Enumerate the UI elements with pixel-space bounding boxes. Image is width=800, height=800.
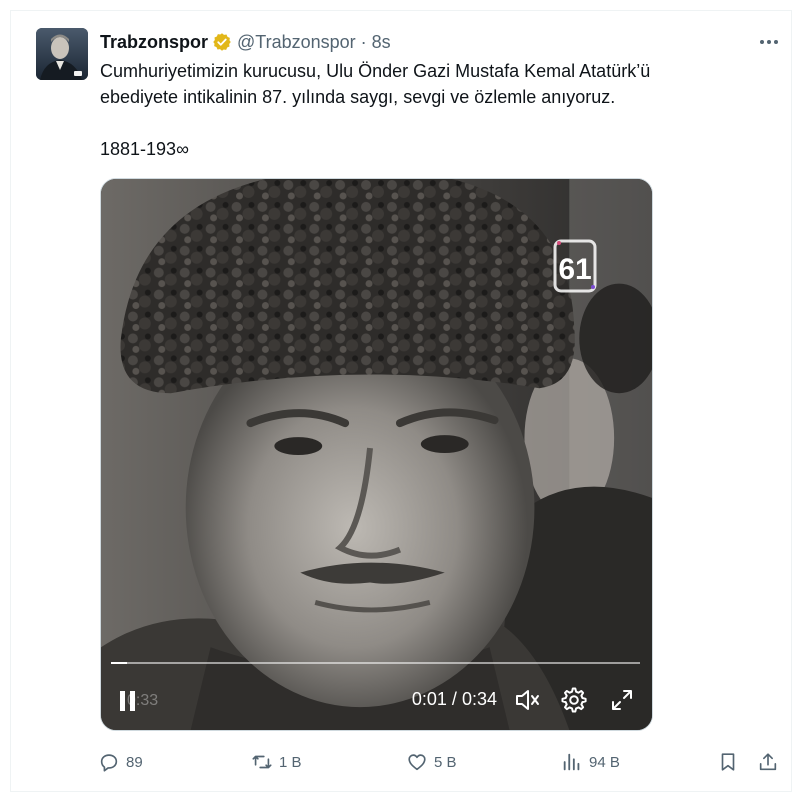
retweet-icon: [252, 755, 272, 769]
tweet-timestamp[interactable]: 8s: [372, 32, 391, 53]
timeline-border-right: [791, 10, 792, 792]
more-options-button[interactable]: [756, 31, 782, 53]
tweet-actions-bar: 89 1 B 5 B 94 B: [98, 745, 788, 779]
tweet-text-line: ebediyete intikalinin 87. yılında saygı,…: [100, 87, 616, 107]
views-button[interactable]: 94 B: [561, 745, 620, 779]
ghost-time-overlay: 0:33: [127, 692, 159, 709]
like-button[interactable]: 5 B: [406, 745, 457, 779]
author-display-name[interactable]: Trabzonspor: [100, 32, 208, 53]
bookmark-button[interactable]: [717, 745, 739, 779]
bookmark-icon: [721, 753, 735, 771]
video-duration: 0:34: [461, 689, 497, 709]
timeline-border-bottom: [10, 791, 792, 792]
reply-icon: [100, 754, 118, 772]
author-handle[interactable]: @Trabzonspor: [237, 32, 356, 53]
retweet-button[interactable]: 1 B: [251, 745, 302, 779]
timeline-border-top: [10, 10, 792, 11]
like-count: 5 B: [434, 753, 457, 771]
heart-icon: [408, 754, 426, 771]
avatar-image: [36, 28, 88, 80]
pause-icon: [120, 691, 125, 711]
share-button[interactable]: [757, 745, 779, 779]
verified-badge-icon[interactable]: [212, 32, 232, 52]
reply-button[interactable]: 89: [98, 745, 143, 779]
tweet-text: Cumhuriyetimizin kurucusu, Ulu Önder Gaz…: [100, 58, 770, 110]
video-time-display: 0:01 / 0:34: [412, 689, 497, 710]
mute-button[interactable]: [512, 685, 542, 715]
views-count: 94 B: [589, 753, 620, 771]
header-separator: ·: [360, 31, 367, 52]
tweet-years: 1881-193∞: [100, 139, 189, 159]
views-chart-icon: [563, 753, 580, 771]
retweet-count: 1 B: [279, 753, 302, 771]
volume-muted-icon: [516, 690, 539, 710]
time-separator: /: [451, 689, 457, 709]
tweet-header: Trabzonspor @Trabzonspor · 8s: [100, 31, 391, 53]
current-time: 0:01: [411, 689, 447, 709]
timeline-border-left: [10, 10, 11, 792]
settings-button[interactable]: [559, 685, 589, 715]
share-icon: [759, 753, 777, 771]
svg-text:61: 61: [558, 253, 591, 286]
fullscreen-button[interactable]: [607, 685, 637, 715]
tweet-text-line: Cumhuriyetimizin kurucusu, Ulu Önder Gaz…: [100, 61, 651, 81]
video-progress-bar[interactable]: [111, 662, 640, 664]
ellipsis-icon: [760, 40, 764, 44]
fullscreen-icon: [612, 690, 632, 710]
gear-icon: [561, 687, 587, 713]
avatar[interactable]: [36, 28, 88, 80]
channel-watermark-icon: 61: [553, 239, 597, 293]
video-player[interactable]: 61 0:33 0:01 / 0:34: [100, 178, 653, 731]
reply-count: 89: [126, 753, 143, 771]
